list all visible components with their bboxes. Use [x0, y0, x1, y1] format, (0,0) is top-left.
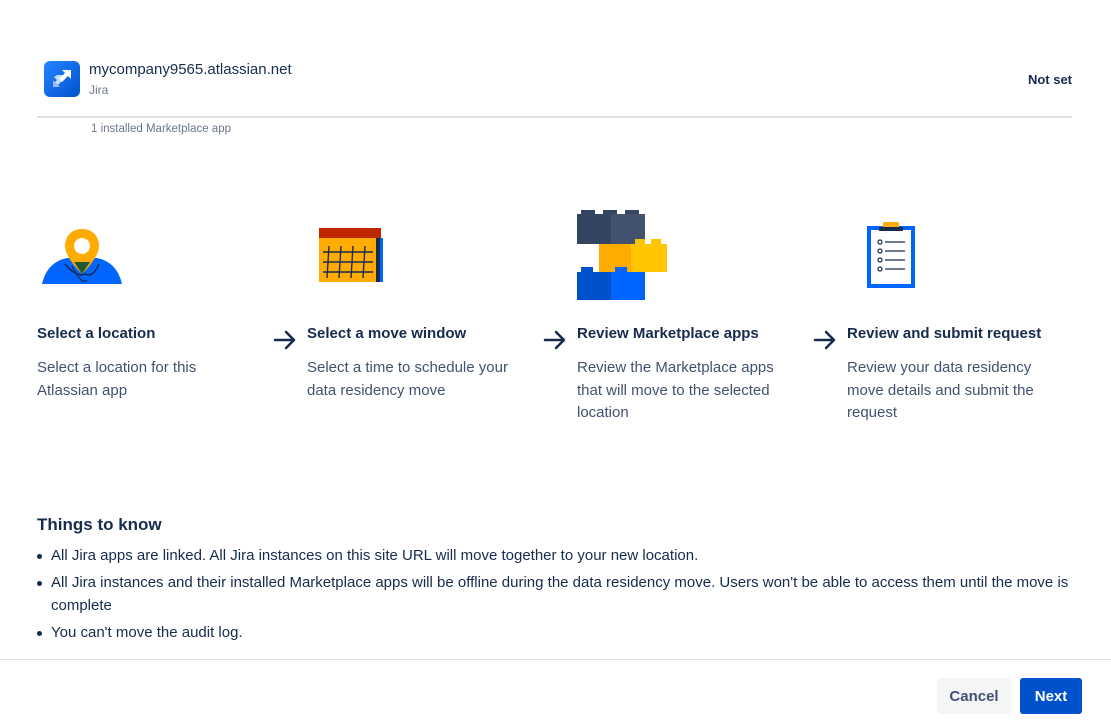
list-item: You can't move the audit log. [37, 621, 1077, 645]
arrow-right-icon [543, 330, 566, 350]
list-item: All Jira instances and their installed M… [37, 571, 1077, 618]
step-title: Review Marketplace apps [577, 325, 759, 342]
step-title: Select a move window [307, 325, 467, 342]
footer-divider [0, 659, 1111, 660]
jira-logo-icon [44, 61, 80, 97]
things-to-know-heading: Things to know [37, 515, 162, 534]
arrow-right-icon [813, 330, 836, 350]
step-description: Select a time to schedule your data resi… [307, 359, 508, 399]
calendar-icon [307, 200, 537, 310]
arrow-right-icon [273, 330, 296, 350]
site-header: mycompany9565.atlassian.net Jira Not set [37, 60, 1072, 118]
building-blocks-icon [577, 200, 807, 310]
site-url: mycompany9565.atlassian.net [89, 61, 292, 78]
clipboard-icon [847, 200, 1077, 310]
next-button[interactable]: Next [1020, 678, 1082, 714]
cancel-button[interactable]: Cancel [937, 678, 1011, 714]
site-product: Jira [89, 83, 109, 97]
step-description: Select a location for this Atlassian app [37, 359, 197, 399]
location-person-icon [37, 200, 267, 310]
step-title: Review and submit request [847, 325, 1042, 342]
step-title: Select a location [37, 325, 156, 342]
step-description: Review the Marketplace apps that will mo… [577, 359, 774, 421]
step-description: Review your data residency move details … [847, 359, 1034, 421]
list-item: All Jira apps are linked. All Jira insta… [37, 544, 1077, 568]
installed-apps-count: 1 installed Marketplace app [91, 123, 231, 135]
things-to-know-list: All Jira apps are linked. All Jira insta… [37, 544, 1077, 647]
location-status: Not set [1027, 72, 1072, 87]
